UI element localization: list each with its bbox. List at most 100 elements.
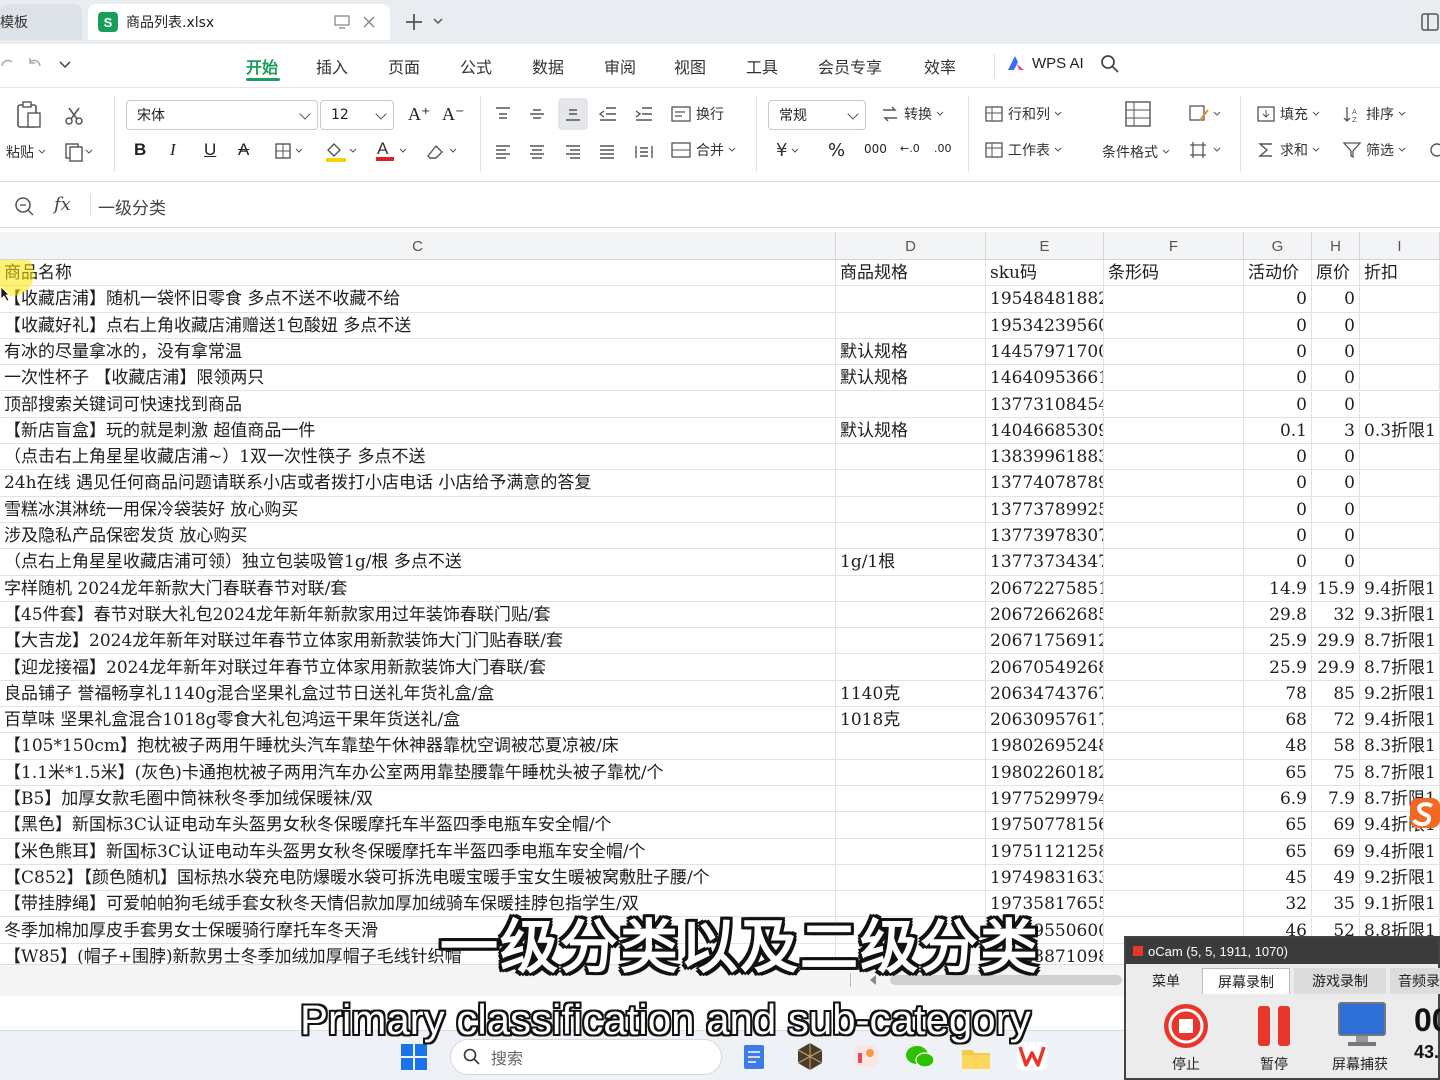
table-cell[interactable]: 20672275851	[986, 575, 1104, 601]
percent-button[interactable]: %	[828, 140, 845, 161]
strikethrough-icon[interactable]: A	[238, 140, 249, 160]
table-cell[interactable]: 14.9	[1244, 575, 1312, 601]
table-cell[interactable]: 良品铺子 誉福畅享礼1140g混合坚果礼盒过节日送礼年货礼盒/盒	[0, 680, 836, 707]
table-cell[interactable]: 1018克	[836, 707, 986, 733]
align-right-icon[interactable]	[564, 144, 582, 160]
header-cell[interactable]: 商品名称	[0, 260, 836, 286]
table-cell[interactable]: 【大吉龙】2024龙年新年对联过年春节立体家用新款装饰大门门贴春联/套	[0, 628, 836, 654]
sum-button[interactable]: 求和	[1256, 140, 1320, 160]
table-cell[interactable]: 0	[1312, 391, 1360, 417]
table-cell[interactable]	[1360, 338, 1440, 365]
table-cell[interactable]: 0	[1244, 338, 1312, 365]
table-cell[interactable]: 0	[1244, 523, 1312, 549]
table-cell[interactable]: 百草味 坚果礼盒混合1018g零食大礼包鸿运干果年货送礼/盒	[0, 707, 836, 733]
table-cell[interactable]	[1360, 523, 1440, 549]
filter-button[interactable]: 筛选	[1342, 140, 1406, 160]
table-cell[interactable]	[1104, 786, 1244, 812]
table-cell[interactable]	[836, 654, 986, 680]
table-cell[interactable]: 字样随机 2024龙年新款大门春联春节对联/套	[0, 575, 836, 601]
table-cell[interactable]: 【米色熊耳】新国标3C认证电动车头盔男女秋冬保暖摩托车半盔四季电瓶车安全帽/个	[0, 838, 836, 864]
ribbon-tab-formula[interactable]: 公式	[460, 54, 492, 78]
table-cell[interactable]: 8.7折限1	[1360, 759, 1440, 785]
conditional-format-button[interactable]: 条件格式	[1102, 142, 1170, 162]
table-cell[interactable]: 0	[1312, 444, 1360, 470]
paste-icon[interactable]	[14, 100, 44, 130]
underline-button[interactable]: U	[204, 140, 216, 160]
column-header-f[interactable]: F	[1104, 232, 1244, 260]
table-cell[interactable]: 有冰的尽量拿冰的，没有拿常温	[0, 338, 836, 365]
table-cell[interactable]	[1360, 549, 1440, 575]
header-cell[interactable]: 条形码	[1104, 260, 1244, 286]
table-cell[interactable]: 29.8	[1244, 601, 1312, 628]
sort-button[interactable]: AZ 排序	[1342, 104, 1406, 124]
table-cell[interactable]: 19749831633	[986, 864, 1104, 891]
zoom-icon[interactable]	[14, 196, 34, 216]
number-format-select[interactable]: 常规	[768, 100, 866, 130]
file-explorer-icon[interactable]	[960, 1045, 992, 1071]
table-cell[interactable]: 35	[1312, 891, 1360, 917]
table-cell[interactable]: 9.2折限1	[1360, 680, 1440, 707]
table-cell[interactable]	[1104, 365, 1244, 391]
table-cell[interactable]	[836, 759, 986, 785]
table-cell[interactable]: 【新店盲盒】玩的就是刺激 超值商品一件	[0, 417, 836, 444]
table-cell[interactable]: 8.7折限1	[1360, 628, 1440, 654]
ribbon-tab-member[interactable]: 会员专享	[818, 54, 882, 78]
table-cell[interactable]: 14046685309	[986, 417, 1104, 444]
eraser-icon[interactable]	[424, 142, 458, 160]
table-cell[interactable]	[1360, 365, 1440, 391]
table-cell[interactable]: 0	[1244, 549, 1312, 575]
table-cell[interactable]: 45	[1244, 864, 1312, 891]
table-cell[interactable]: 涉及隐私产品保密发货 放心购买	[0, 523, 836, 549]
table-cell[interactable]	[836, 496, 986, 522]
table-cell[interactable]	[836, 286, 986, 312]
table-cell[interactable]: 0	[1244, 312, 1312, 338]
table-cell[interactable]	[836, 523, 986, 549]
ribbon-tab-page[interactable]: 页面	[388, 54, 420, 78]
table-cell[interactable]: 14457971700	[986, 338, 1104, 365]
table-cell[interactable]: 25.9	[1244, 654, 1312, 680]
increase-font-icon[interactable]: A⁺	[408, 104, 431, 125]
table-cell[interactable]: 7.9	[1312, 786, 1360, 812]
table-cell[interactable]: 58	[1312, 733, 1360, 759]
table-cell[interactable]	[836, 470, 986, 496]
table-cell[interactable]	[836, 864, 986, 891]
rows-columns-button[interactable]: 行和列	[984, 104, 1062, 124]
table-cell[interactable]	[1360, 496, 1440, 522]
table-cell[interactable]	[836, 391, 986, 417]
table-cell[interactable]: 29.9	[1312, 654, 1360, 680]
table-cell[interactable]: 0	[1244, 365, 1312, 391]
table-cell[interactable]: 20634743767	[986, 680, 1104, 707]
table-cell[interactable]: 20671756912	[986, 628, 1104, 654]
table-cell[interactable]: 【迎龙接福】2024龙年新年对联过年春节立体家用新款装饰大门春联/套	[0, 654, 836, 680]
worksheet-button[interactable]: 工作表	[984, 140, 1062, 160]
table-cell[interactable]	[1104, 759, 1244, 785]
table-cell[interactable]: 1g/1根	[836, 549, 986, 575]
table-cell[interactable]: 68	[1244, 707, 1312, 733]
redo-icon[interactable]	[0, 56, 14, 74]
table-cell[interactable]	[836, 733, 986, 759]
table-cell[interactable]	[1104, 812, 1244, 838]
table-cell[interactable]: 9.4折限1	[1360, 707, 1440, 733]
table-cell[interactable]: 0	[1244, 391, 1312, 417]
taskbar-search-box[interactable]: 搜索	[450, 1039, 722, 1075]
table-cell[interactable]	[1104, 549, 1244, 575]
align-center-icon[interactable]	[528, 144, 546, 160]
table-cell[interactable]: 1140克	[836, 680, 986, 707]
wechat-app-icon[interactable]	[904, 1043, 936, 1071]
decrease-decimal-icon[interactable]: .00	[934, 142, 952, 155]
ribbon-tab-efficiency[interactable]: 效率	[924, 54, 956, 78]
table-cell[interactable]: 默认规格	[836, 338, 986, 365]
table-cell[interactable]: 29.9	[1312, 628, 1360, 654]
formula-input[interactable]: 一级分类	[98, 194, 166, 219]
table-cell[interactable]: 0	[1312, 338, 1360, 365]
table-cell[interactable]: 20670549268	[986, 654, 1104, 680]
table-cell[interactable]: 【黑色】新国标3C认证电动车头盔男女秋冬保暖摩托车半盔四季电瓶车安全帽/个	[0, 812, 836, 838]
table-cell[interactable]	[1360, 391, 1440, 417]
table-cell[interactable]: 8.7折限1	[1360, 654, 1440, 680]
cut-icon[interactable]	[64, 106, 84, 126]
table-cell[interactable]: 72	[1312, 707, 1360, 733]
table-cell[interactable]: 8.3折限1	[1360, 733, 1440, 759]
header-cell[interactable]: sku码	[986, 260, 1104, 286]
ribbon-tab-view[interactable]: 视图	[674, 54, 706, 78]
align-left-icon[interactable]	[494, 144, 512, 160]
